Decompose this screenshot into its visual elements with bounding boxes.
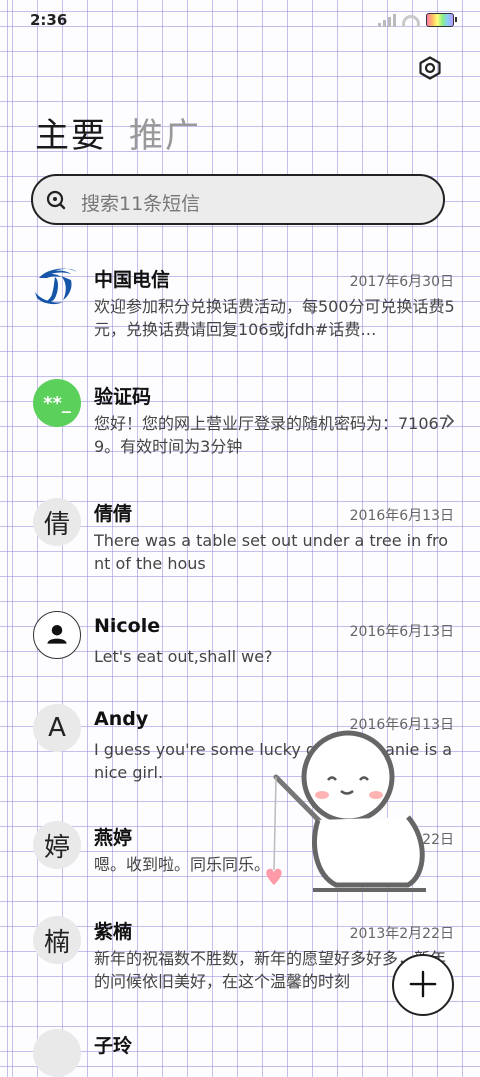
conversation-preview: Let's eat out,shall we? [94, 647, 273, 666]
avatar: 楠 [33, 916, 81, 964]
conversation-name: 验证码 [94, 386, 152, 408]
tabs: 主要 推广 [35, 108, 201, 157]
new-message-button[interactable] [392, 954, 454, 1016]
china-telecom-logo-icon [35, 268, 77, 305]
conversation-item[interactable]: 中国电信 2017年6月30日 欢迎参加积分兑换话费活动，每500分可兑换话费5… [0, 250, 480, 360]
conversation-date: 2016年6月13日 [349, 624, 454, 640]
avatar: 倩 [33, 498, 81, 546]
conversation-preview: 您好！您的网上营业厅登录的随机密码为：710679。有效时间为3分钟 [94, 414, 449, 456]
conversation-name: Andy [94, 708, 149, 730]
avatar: 婷 [33, 821, 81, 869]
conversation-preview: There was a table set out under a tree i… [94, 531, 448, 573]
conversation-name: Nicole [94, 615, 161, 637]
search-input[interactable]: 搜索11条短信 [31, 174, 445, 225]
conversation-name: 子玲 [94, 1035, 133, 1057]
person-icon [33, 611, 81, 659]
status-icons [378, 13, 457, 27]
conversation-item[interactable]: **_ 验证码 您好！您的网上营业厅登录的随机密码为：710679。有效时间为3… [0, 367, 480, 477]
conversation-date: 2017年6月30日 [349, 274, 454, 290]
avatar: **_ [33, 379, 81, 427]
conversation-item[interactable]: 倩 倩倩 2016年6月13日 There was a table set ou… [0, 484, 480, 594]
conversation-preview: 欢迎参加积分兑换话费活动，每500分可兑换话费5元，兑换话费请回复106或jfd… [94, 297, 455, 339]
battery-icon [426, 13, 457, 27]
conversation-item[interactable]: 子玲 [0, 1021, 480, 1077]
tab-promotions[interactable]: 推广 [129, 108, 201, 157]
signal-icon [378, 13, 396, 27]
conversation-name: 倩倩 [94, 503, 133, 525]
search-placeholder: 搜索11条短信 [81, 193, 201, 215]
conversation-date: 2013年2月22日 [349, 926, 454, 942]
tab-main[interactable]: 主要 [35, 108, 107, 157]
conversation-name: 中国电信 [94, 269, 171, 291]
conversation-date: 2016年6月13日 [349, 508, 454, 524]
conversation-name: 紫楠 [94, 921, 133, 943]
avatar: A [33, 704, 81, 752]
avatar [33, 1029, 81, 1077]
status-bar: 2:36 [0, 0, 480, 40]
fishing-character-sticker [266, 730, 426, 892]
search-icon [46, 190, 66, 210]
chevron-right-icon[interactable] [444, 413, 456, 429]
conversation-name: 燕婷 [94, 827, 133, 849]
settings-icon[interactable] [418, 56, 442, 80]
wifi-icon [402, 13, 420, 27]
status-time: 2:36 [30, 11, 68, 29]
